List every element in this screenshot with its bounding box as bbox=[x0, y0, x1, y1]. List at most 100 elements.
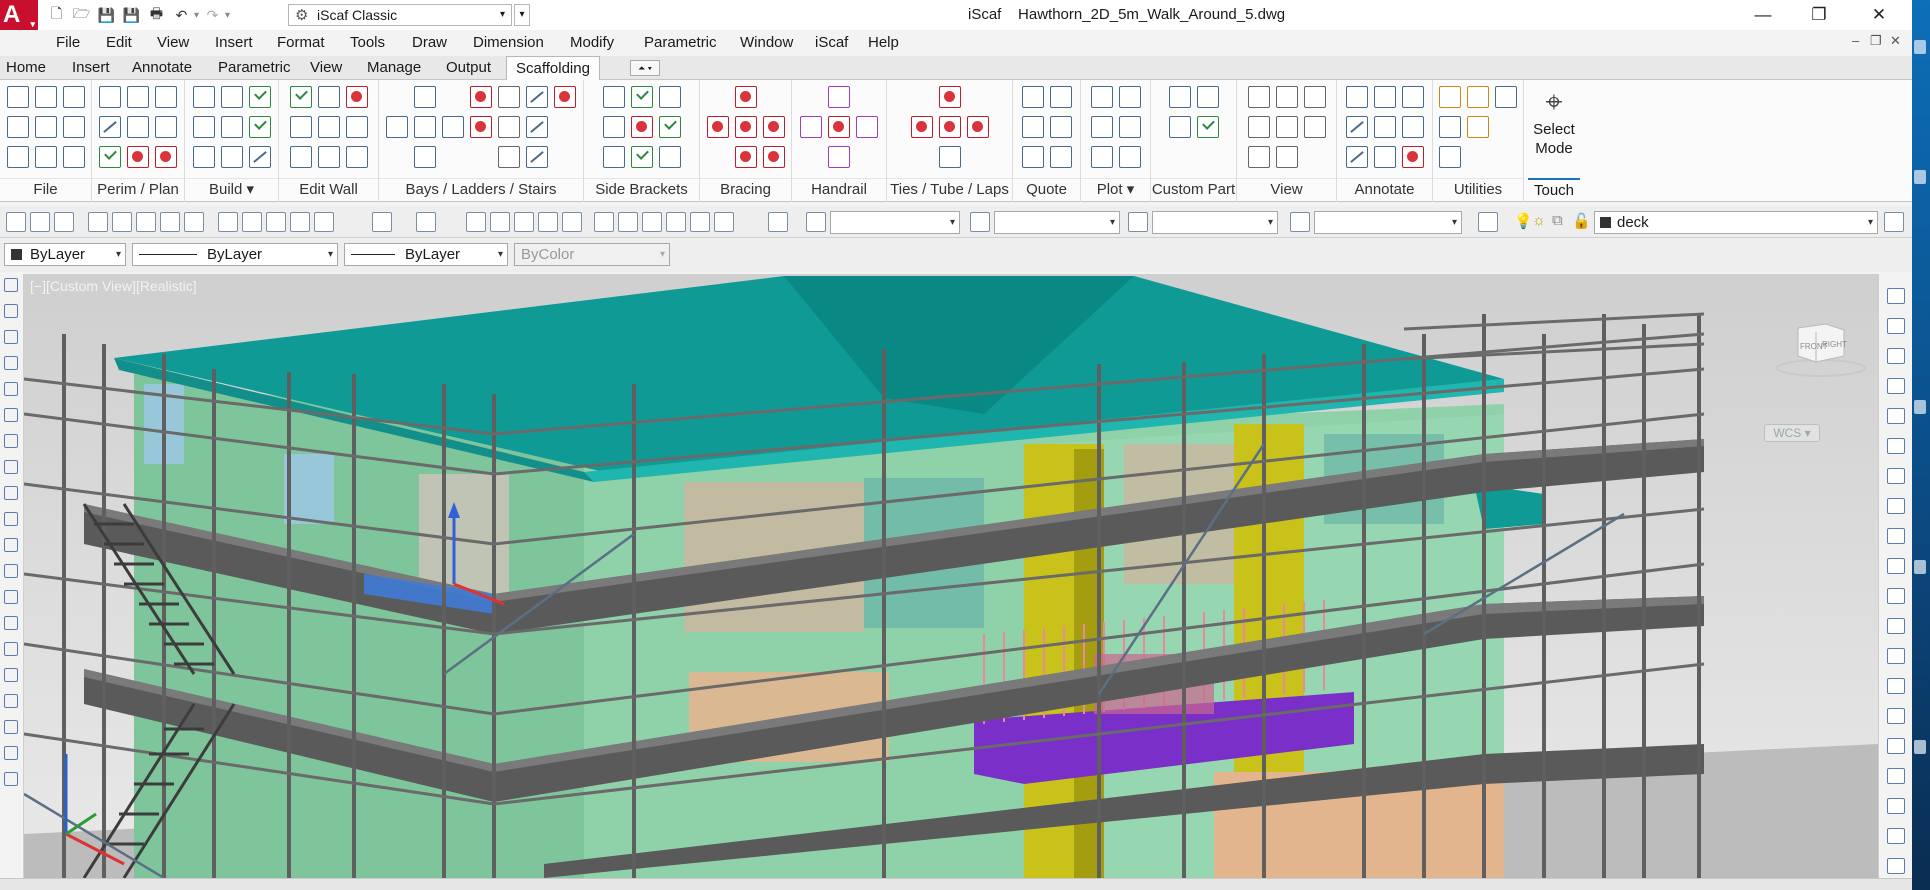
measure-icon[interactable] bbox=[1439, 86, 1461, 108]
lightbulb-icon[interactable]: 💡 bbox=[1514, 212, 1533, 230]
lap-icon[interactable] bbox=[938, 146, 961, 168]
new-icon[interactable]: 🗋 bbox=[44, 4, 69, 26]
copy-icon[interactable] bbox=[1049, 116, 1072, 138]
close-button[interactable]: ✕ bbox=[1856, 2, 1902, 28]
save-icon[interactable]: 💾 bbox=[94, 4, 119, 26]
menu-format[interactable]: Format bbox=[277, 34, 325, 51]
help-icon[interactable] bbox=[768, 212, 788, 232]
plot-icon[interactable]: 🖶 bbox=[144, 4, 169, 26]
build-icon[interactable] bbox=[192, 146, 215, 168]
construction-line-icon[interactable] bbox=[4, 304, 18, 318]
build-icon[interactable] bbox=[220, 86, 243, 108]
join-icon[interactable] bbox=[1887, 678, 1905, 694]
circle-icon[interactable] bbox=[1401, 116, 1424, 138]
dimension-icon[interactable] bbox=[1401, 86, 1424, 108]
plan-icon[interactable] bbox=[155, 116, 177, 138]
bay-icon[interactable] bbox=[414, 146, 436, 168]
copy-icon[interactable] bbox=[1887, 348, 1905, 364]
plot-icon[interactable] bbox=[1090, 146, 1113, 168]
rectangle-icon[interactable] bbox=[4, 382, 18, 396]
ladder-icon[interactable] bbox=[498, 116, 520, 138]
menu-insert[interactable]: Insert bbox=[215, 34, 253, 51]
polygon-icon[interactable] bbox=[4, 356, 18, 370]
menu-edit[interactable]: Edit bbox=[106, 34, 132, 51]
handrail-icon[interactable] bbox=[800, 116, 822, 138]
rotate-icon[interactable] bbox=[1887, 498, 1905, 514]
save-as-icon[interactable] bbox=[34, 116, 57, 138]
brace-icon[interactable] bbox=[734, 86, 757, 108]
table-icon[interactable] bbox=[1373, 146, 1396, 168]
delete-icon[interactable] bbox=[470, 86, 492, 108]
zoom-extents-icon[interactable] bbox=[562, 212, 582, 232]
open-icon[interactable] bbox=[30, 212, 50, 232]
bracket-icon[interactable] bbox=[602, 116, 625, 138]
layer-select[interactable]: deck ▾ bbox=[1594, 211, 1878, 234]
line-icon[interactable] bbox=[99, 116, 121, 138]
ladder-icon[interactable] bbox=[498, 86, 520, 108]
design-center-icon[interactable] bbox=[618, 212, 638, 232]
menu-modify[interactable]: Modify bbox=[570, 34, 614, 51]
bay-icon[interactable] bbox=[414, 116, 436, 138]
save-icon[interactable] bbox=[54, 212, 74, 232]
chamfer-icon[interactable] bbox=[1887, 708, 1905, 724]
handrail-icon[interactable] bbox=[828, 86, 850, 108]
table-style-select[interactable]: ▾ bbox=[1152, 211, 1278, 234]
lift-icon[interactable] bbox=[220, 146, 243, 168]
tube-icon[interactable] bbox=[938, 86, 961, 108]
drawing-viewport[interactable]: [−][Custom View][Realistic] FRONT RIGHT … bbox=[24, 274, 1878, 878]
tie-icon[interactable] bbox=[910, 116, 933, 138]
brush-icon[interactable] bbox=[1887, 288, 1905, 304]
plot-icon[interactable] bbox=[1118, 86, 1141, 108]
rectangle-icon[interactable] bbox=[127, 116, 149, 138]
lineweight-select[interactable]: ByLayer ▾ bbox=[344, 243, 508, 266]
menu-draw[interactable]: Draw bbox=[412, 34, 447, 51]
pdf-icon[interactable] bbox=[155, 86, 177, 108]
bracket-icon[interactable] bbox=[602, 146, 625, 168]
viewport-controls-label[interactable]: [−][Custom View][Realistic] bbox=[30, 278, 197, 294]
custom-part-icon[interactable] bbox=[1168, 116, 1191, 138]
tie-icon[interactable] bbox=[966, 116, 989, 138]
wcs-menu[interactable]: WCS ▾ bbox=[1764, 424, 1820, 442]
lock-icon[interactable]: 🔓 bbox=[1572, 212, 1591, 230]
linetype-select[interactable]: ByLayer ▾ bbox=[132, 243, 338, 266]
offset-icon[interactable] bbox=[1887, 408, 1905, 424]
doc-restore-button[interactable]: ❐ bbox=[1870, 33, 1882, 49]
zoom-realtime-icon[interactable] bbox=[490, 212, 510, 232]
menu-iscaf[interactable]: iScaf bbox=[815, 34, 848, 51]
layers-icon[interactable] bbox=[1887, 798, 1905, 814]
delete-icon[interactable] bbox=[345, 86, 368, 108]
move-icon[interactable] bbox=[1495, 86, 1517, 108]
qat-customize-button[interactable]: ▾ bbox=[514, 4, 530, 26]
tab-home[interactable]: Home bbox=[6, 59, 46, 76]
fillet-icon[interactable] bbox=[1887, 738, 1905, 754]
color-select[interactable]: ByLayer ▾ bbox=[4, 243, 126, 266]
break-icon[interactable] bbox=[1887, 648, 1905, 664]
check-icon[interactable] bbox=[248, 116, 271, 138]
menu-help[interactable]: Help bbox=[868, 34, 899, 51]
polyline-icon[interactable] bbox=[4, 330, 18, 344]
new-icon[interactable] bbox=[6, 212, 26, 232]
copy-icon[interactable] bbox=[1021, 146, 1044, 168]
restore-button[interactable]: ❐ bbox=[1796, 2, 1842, 28]
ribbon-minimize-toggle[interactable]: ⏶ ▾ bbox=[630, 60, 660, 76]
grid-icon[interactable] bbox=[6, 146, 29, 168]
array-icon[interactable] bbox=[1887, 438, 1905, 454]
quote-icon[interactable] bbox=[1021, 86, 1044, 108]
doc-close-button[interactable]: ✕ bbox=[1890, 33, 1901, 49]
calculator-icon[interactable] bbox=[714, 212, 734, 232]
hatch-icon[interactable] bbox=[4, 642, 18, 656]
point-icon[interactable] bbox=[4, 616, 18, 630]
ellipse-icon[interactable] bbox=[4, 512, 18, 526]
layer-previous-icon[interactable] bbox=[1884, 212, 1904, 232]
wall-icon[interactable] bbox=[345, 116, 368, 138]
perimeter-icon[interactable] bbox=[99, 86, 121, 108]
check-icon[interactable] bbox=[99, 146, 121, 168]
open-icon[interactable]: 🗁 bbox=[69, 4, 94, 26]
tab-manage[interactable]: Manage bbox=[367, 59, 421, 76]
bracket-icon[interactable] bbox=[630, 86, 653, 108]
delete-icon[interactable] bbox=[630, 116, 653, 138]
redo-icon[interactable] bbox=[416, 212, 436, 232]
select-icon[interactable] bbox=[1439, 146, 1461, 168]
menu-dimension[interactable]: Dimension bbox=[473, 34, 544, 51]
tab-scaffolding[interactable]: Scaffolding bbox=[506, 56, 600, 81]
